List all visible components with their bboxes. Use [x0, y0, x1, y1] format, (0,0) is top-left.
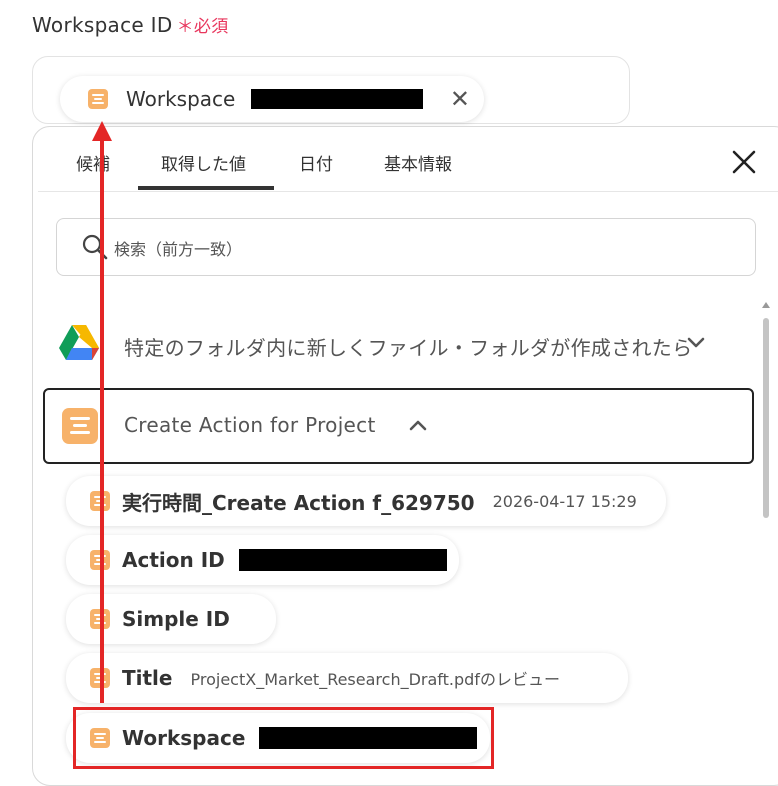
- field-label: Workspace ID ＊必須: [32, 12, 229, 37]
- list-item[interactable]: Action ID: [66, 535, 459, 585]
- close-panel-icon[interactable]: [730, 148, 758, 176]
- list-item[interactable]: 実行時間_Create Action f_629750 2026-04-17 1…: [66, 476, 666, 526]
- item-value: 2026-04-17 15:29: [492, 491, 637, 511]
- selected-value-chip[interactable]: Workspace ✕: [60, 76, 484, 122]
- tab-retrieved-values[interactable]: 取得した値: [161, 150, 246, 175]
- annotation-arrow-head: [92, 121, 112, 141]
- tab-date[interactable]: 日付: [299, 150, 333, 175]
- item-name: Simple ID: [122, 607, 230, 631]
- required-text: 必須: [193, 17, 229, 37]
- remove-chip-icon[interactable]: ✕: [450, 87, 470, 111]
- scroll-up-arrow-icon[interactable]: [762, 302, 770, 308]
- list-item[interactable]: Simple ID: [66, 594, 276, 644]
- item-value: ProjectX_Market_Research_Draft.pdfのレビュー: [190, 670, 560, 689]
- active-tab-indicator: [138, 186, 274, 190]
- annotation-highlight-box: [73, 707, 494, 769]
- app-icon: [88, 89, 108, 109]
- chevron-down-icon[interactable]: [686, 336, 706, 350]
- search-icon: [82, 234, 108, 260]
- item-name: Action ID: [122, 548, 225, 572]
- tab-candidates[interactable]: 候補: [76, 150, 110, 175]
- selected-chip-label: Workspace: [126, 87, 236, 111]
- redacted-value: [251, 89, 424, 109]
- item-name: Title: [122, 666, 173, 690]
- required-badge: ＊必須: [177, 17, 229, 37]
- item-name: 実行時間_Create Action f_629750: [122, 490, 475, 515]
- tab-basic-info[interactable]: 基本情報: [384, 150, 452, 175]
- google-drive-icon: [59, 325, 99, 360]
- app-icon: [62, 408, 98, 444]
- list-item[interactable]: Title ProjectX_Market_Research_Draft.pdf…: [66, 653, 628, 703]
- search-placeholder: 検索（前方一致）: [114, 240, 243, 259]
- redacted-value: [238, 549, 447, 571]
- required-asterisk: ＊: [176, 17, 194, 37]
- action-group-title: Create Action for Project: [124, 413, 376, 437]
- field-label-text: Workspace ID: [32, 13, 173, 37]
- scrollbar-thumb[interactable]: [763, 318, 769, 518]
- tabs-divider: [38, 191, 778, 192]
- chevron-up-icon[interactable]: [408, 418, 428, 432]
- annotation-arrow-line: [100, 140, 104, 703]
- trigger-group-title[interactable]: 特定のフォルダ内に新しくファイル・フォルダが作成されたら: [124, 332, 692, 361]
